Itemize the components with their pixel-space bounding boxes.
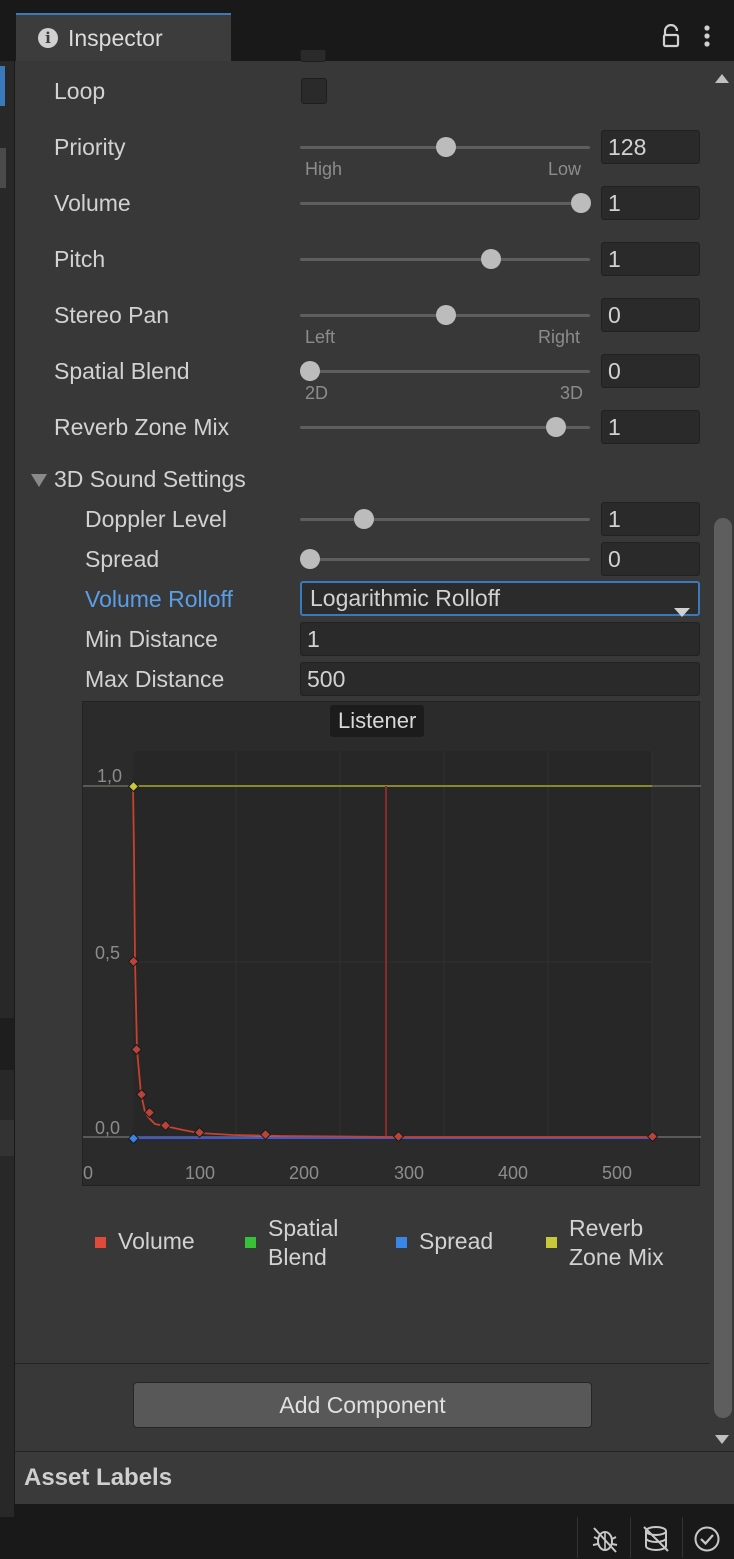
max-distance-label: Max Distance xyxy=(85,666,225,692)
spatial-blend-max-label: 3D xyxy=(560,383,584,403)
volume-rolloff-dropdown[interactable]: Logarithmic Rolloff xyxy=(300,581,700,617)
pitch-input[interactable]: 1 xyxy=(601,242,700,276)
status-check-icon[interactable] xyxy=(693,1525,721,1558)
y-tick-label: 0,5 xyxy=(95,943,121,963)
doppler-level-input[interactable]: 1 xyxy=(601,502,700,536)
plot-area xyxy=(133,751,652,1137)
checkbox-partial[interactable] xyxy=(300,50,326,62)
lock-icon[interactable] xyxy=(660,23,684,55)
x-tick-label: 200 xyxy=(289,1163,320,1183)
pitch-label: Pitch xyxy=(54,246,106,272)
stereo-pan-slider-knob[interactable] xyxy=(436,305,456,325)
status-divider xyxy=(577,1517,578,1558)
foldout-arrow-icon[interactable] xyxy=(30,472,48,493)
selection-marker xyxy=(0,66,5,106)
min-distance-label: Min Distance xyxy=(85,626,218,652)
y-tick-label: 1,0 xyxy=(97,766,123,786)
doppler-level-label: Doppler Level xyxy=(85,506,227,532)
x-tick-label: 100 xyxy=(185,1163,216,1183)
priority-input[interactable]: 128 xyxy=(601,130,700,164)
x-tick-label: 0 xyxy=(83,1163,94,1183)
max-distance-input[interactable]: 500 xyxy=(300,662,700,696)
legend-reverb-zone-mix-label: Reverb Zone Mix xyxy=(569,1215,664,1270)
cache-database-icon[interactable] xyxy=(641,1524,671,1559)
rolloff-graph[interactable]: Listener 1,0 0,5 0,0 0 100 200 300 400 5… xyxy=(82,701,701,1186)
legend-spread-swatch xyxy=(396,1237,407,1248)
status-bar xyxy=(0,1517,734,1558)
legend-spread-label: Spread xyxy=(419,1228,494,1254)
pitch-slider-knob[interactable] xyxy=(481,249,501,269)
stereo-pan-max-label: Right xyxy=(538,327,581,347)
y-tick-label: 0,0 xyxy=(95,1118,121,1138)
spread-label: Spread xyxy=(85,546,160,572)
priority-label: Priority xyxy=(54,134,126,160)
spatial-blend-slider-knob[interactable] xyxy=(300,361,320,381)
pitch-slider-track[interactable] xyxy=(300,258,590,261)
tab-title: Inspector xyxy=(68,25,163,51)
component-divider xyxy=(15,1363,710,1364)
left-panel-item xyxy=(0,1120,14,1156)
add-component-button[interactable]: Add Component xyxy=(133,1382,592,1428)
min-distance-input[interactable]: 1 xyxy=(300,622,700,656)
left-panel-edge xyxy=(0,61,14,1517)
priority-slider-knob[interactable] xyxy=(436,137,456,157)
legend-reverb-zone-mix-swatch xyxy=(546,1237,557,1248)
scroll-up-icon[interactable] xyxy=(715,70,729,88)
doppler-slider-track[interactable] xyxy=(300,518,590,521)
tab-inspector[interactable]: i Inspector xyxy=(16,13,231,61)
priority-min-label: High xyxy=(305,159,343,179)
spread-input[interactable]: 0 xyxy=(601,542,700,576)
sound3d-title[interactable]: 3D Sound Settings xyxy=(54,466,246,493)
spatial-blend-slider-track[interactable] xyxy=(300,370,590,373)
asset-labels-bar[interactable]: Asset Labels xyxy=(15,1451,734,1504)
spread-slider-knob[interactable] xyxy=(300,549,320,569)
volume-input[interactable]: 1 xyxy=(601,186,700,220)
legend-volume-swatch xyxy=(95,1237,106,1248)
spatial-blend-min-label: 2D xyxy=(305,383,329,403)
x-tick-label: 400 xyxy=(498,1163,529,1183)
more-options-icon[interactable] xyxy=(698,24,716,55)
x-tick-label: 300 xyxy=(394,1163,425,1183)
left-panel-item xyxy=(0,148,6,188)
spatial-blend-label: Spatial Blend xyxy=(54,358,190,384)
debug-bug-icon[interactable] xyxy=(590,1524,620,1559)
priority-max-label: Low xyxy=(548,159,582,179)
loop-label: Loop xyxy=(54,78,106,104)
info-icon: i xyxy=(38,28,58,48)
stereo-pan-min-label: Left xyxy=(305,327,336,347)
legend-spatial-blend-label: Spatial Blend xyxy=(268,1215,339,1270)
volume-slider-track[interactable] xyxy=(300,202,590,205)
legend-spatial-blend-swatch xyxy=(245,1237,256,1248)
x-tick-label: 500 xyxy=(602,1163,633,1183)
stereo-pan-label: Stereo Pan xyxy=(54,302,170,328)
reverb-zone-mix-input[interactable]: 1 xyxy=(601,410,700,444)
scroll-down-icon[interactable] xyxy=(715,1432,729,1450)
reverb-zone-mix-slider-knob[interactable] xyxy=(546,417,566,437)
stereo-pan-input[interactable]: 0 xyxy=(601,298,700,332)
legend-volume-label: Volume xyxy=(118,1228,195,1254)
loop-checkbox[interactable] xyxy=(301,78,327,104)
volume-label: Volume xyxy=(54,190,131,216)
left-panel-item xyxy=(0,1018,14,1070)
status-divider xyxy=(682,1517,683,1558)
volume-rolloff-value: Logarithmic Rolloff xyxy=(310,585,501,611)
doppler-slider-knob[interactable] xyxy=(354,509,374,529)
spread-slider-track[interactable] xyxy=(300,558,590,561)
reverb-zone-mix-label: Reverb Zone Mix xyxy=(54,414,230,440)
volume-slider-knob[interactable] xyxy=(571,193,591,213)
scrollbar-thumb[interactable] xyxy=(714,518,732,1418)
status-divider xyxy=(630,1517,631,1558)
volume-rolloff-label: Volume Rolloff xyxy=(85,586,233,612)
asset-labels-title: Asset Labels xyxy=(24,1464,173,1491)
spatial-blend-input[interactable]: 0 xyxy=(601,354,700,388)
listener-label: Listener xyxy=(330,705,425,737)
